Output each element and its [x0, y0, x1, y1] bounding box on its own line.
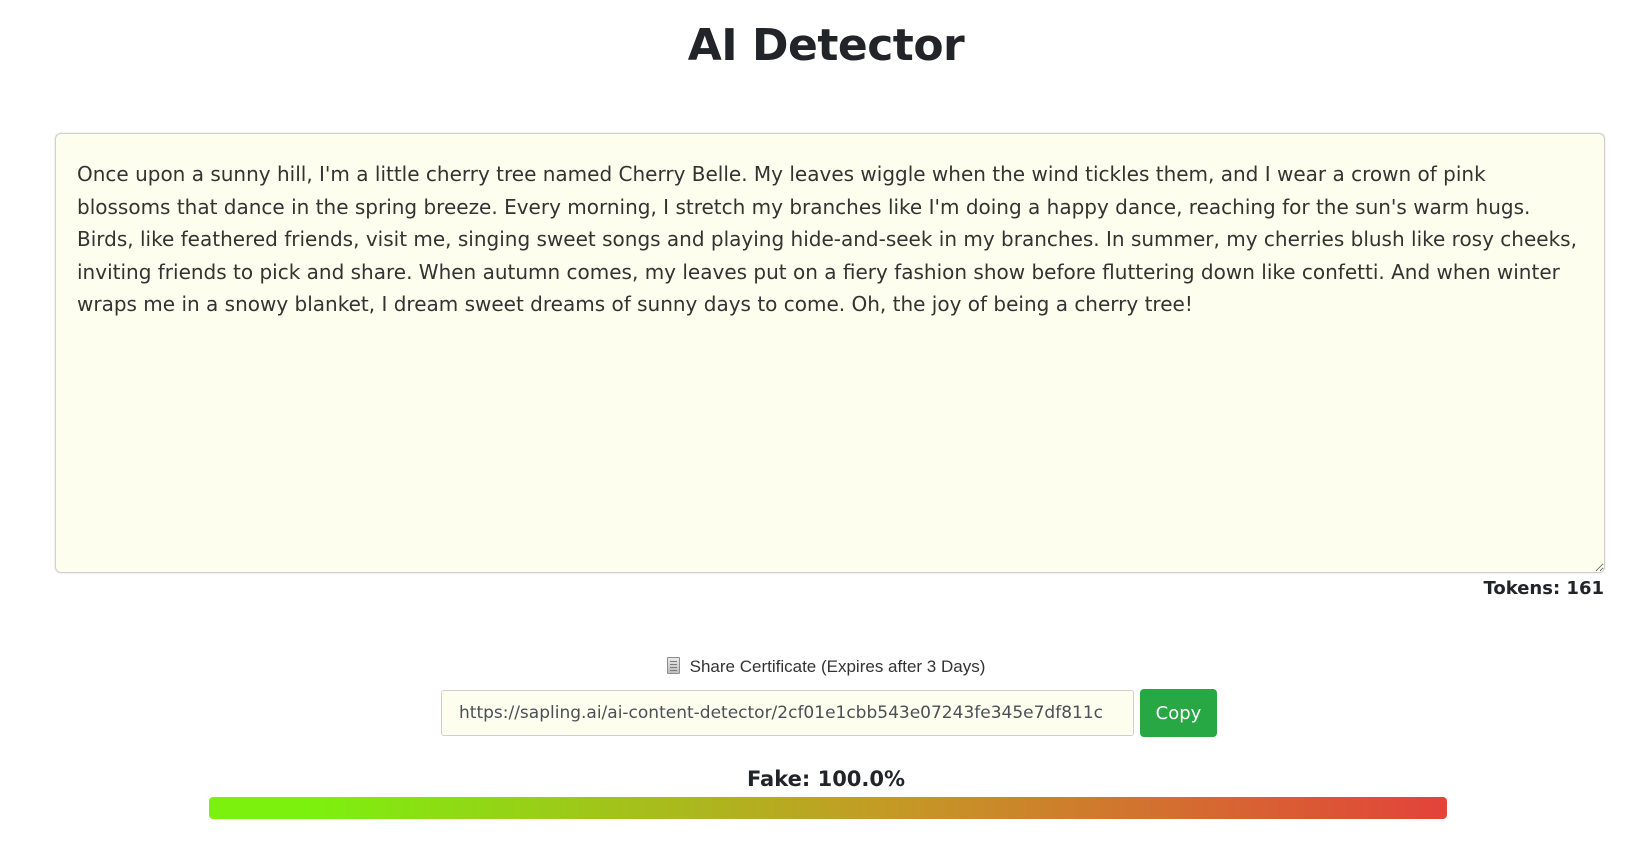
share-url-input[interactable]: [441, 690, 1134, 736]
text-input-wrapper: Once upon a sunny hill, I'm a little che…: [55, 133, 1605, 573]
share-url-group: Copy: [441, 689, 1217, 737]
copy-button[interactable]: Copy: [1140, 689, 1217, 737]
fake-score-label: Fake: 100.0%: [746, 767, 906, 791]
share-certificate-text: Share Certificate (Expires after 3 Days): [689, 657, 986, 676]
fake-score-meter-fill: [209, 797, 1447, 819]
text-input[interactable]: Once upon a sunny hill, I'm a little che…: [55, 133, 1605, 573]
document-icon: [666, 657, 680, 674]
share-certificate-label: Share Certificate (Expires after 3 Days): [0, 656, 1652, 678]
page-title: AI Detector: [687, 20, 965, 71]
ai-detector-page: AI Detector Once upon a sunny hill, I'm …: [0, 0, 1652, 854]
token-count: Tokens: 161: [1483, 578, 1604, 599]
fake-score-meter: [209, 797, 1447, 819]
